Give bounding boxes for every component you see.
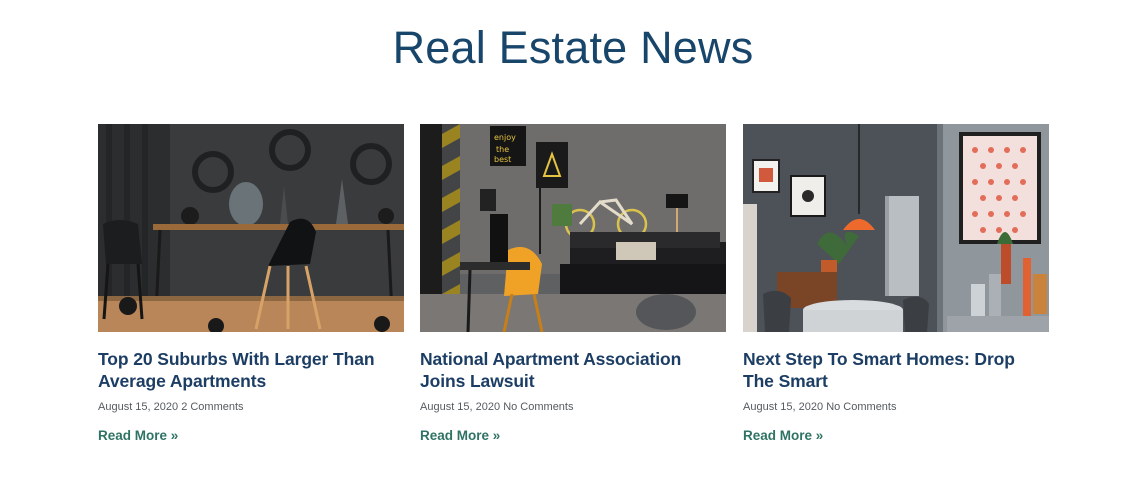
- post-image-dining-room: [98, 124, 404, 332]
- svg-text:enjoy: enjoy: [494, 133, 516, 142]
- post-meta: August 15, 2020 No Comments: [743, 401, 1049, 413]
- post-meta: August 15, 2020 No Comments: [420, 401, 726, 413]
- post-title[interactable]: Next Step To Smart Homes: Drop The Smart: [743, 348, 1049, 392]
- section-title: Real Estate News: [392, 22, 754, 73]
- svg-text:best: best: [494, 155, 511, 164]
- read-more-link[interactable]: Read More »: [98, 428, 178, 443]
- post-image-kitchen-dining: [743, 124, 1049, 332]
- post-card: enjoy the best National Apartment Associ…: [420, 124, 726, 445]
- post-card: Top 20 Suburbs With Larger Than Average …: [98, 124, 404, 445]
- read-more-link[interactable]: Read More »: [743, 428, 823, 443]
- post-thumbnail-link[interactable]: enjoy the best: [420, 124, 726, 332]
- post-date: August 15, 2020: [743, 401, 824, 413]
- post-meta: August 15, 2020 2 Comments: [98, 401, 404, 413]
- post-comments[interactable]: 2 Comments: [181, 401, 243, 413]
- post-thumbnail-link[interactable]: [98, 124, 404, 332]
- post-image-studio-apartment: enjoy the best: [420, 124, 726, 332]
- post-date: August 15, 2020: [98, 401, 179, 413]
- post-date: August 15, 2020: [420, 401, 501, 413]
- post-title[interactable]: Top 20 Suburbs With Larger Than Average …: [98, 348, 404, 392]
- post-thumbnail-link[interactable]: [743, 124, 1049, 332]
- post-title[interactable]: National Apartment Association Joins Law…: [420, 348, 726, 392]
- post-comments[interactable]: No Comments: [503, 401, 573, 413]
- svg-text:the: the: [496, 145, 509, 154]
- post-card: Next Step To Smart Homes: Drop The Smart…: [743, 124, 1049, 445]
- read-more-link[interactable]: Read More »: [420, 428, 500, 443]
- post-comments[interactable]: No Comments: [826, 401, 896, 413]
